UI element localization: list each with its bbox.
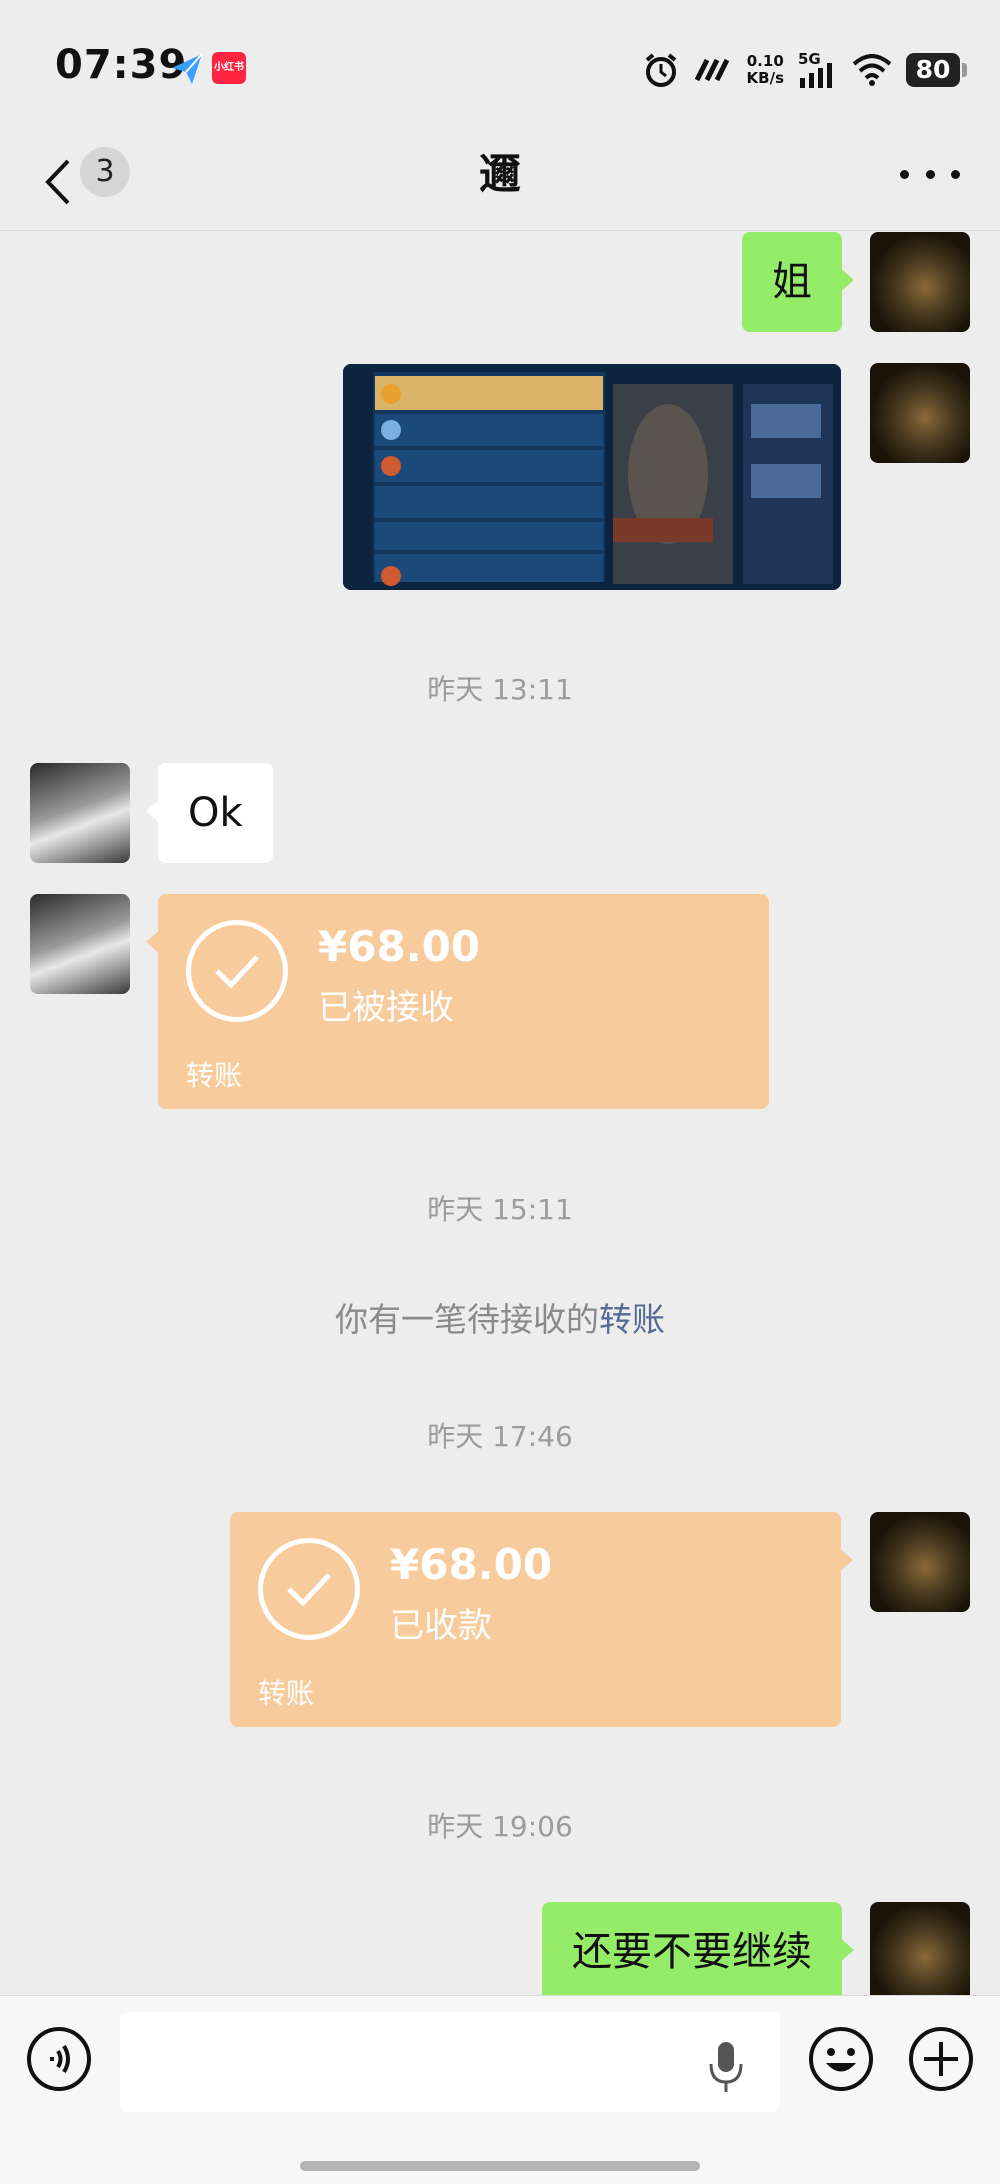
status-time: 07:39 — [55, 42, 188, 88]
system-notice: 你有一笔待接收的转账 — [0, 1293, 1000, 1341]
emoji-icon[interactable] — [808, 2026, 874, 2092]
timestamp: 昨天 13:11 — [427, 673, 573, 706]
network-type: 5G — [798, 50, 821, 68]
paper-plane-icon — [172, 53, 203, 84]
wifi-icon — [852, 54, 892, 86]
chat-title: 邇 — [478, 150, 521, 199]
transfer-amount: ¥68.00 — [390, 1540, 553, 1589]
mic-icon[interactable] — [708, 2040, 744, 2096]
image-message[interactable] — [343, 364, 841, 590]
contact-avatar[interactable] — [30, 763, 130, 863]
home-indicator[interactable] — [300, 2161, 700, 2171]
check-circle-icon — [186, 920, 288, 1022]
transfer-card-received[interactable]: ¥68.00 已被接收 转账 — [146, 894, 769, 1109]
net-speed-value: 0.10 — [746, 52, 784, 70]
my-avatar[interactable] — [870, 1512, 970, 1612]
alarm-icon — [645, 53, 676, 87]
signal-icon: 5G — [798, 50, 838, 88]
my-avatar[interactable] — [870, 363, 970, 463]
transfer-label: 转账 — [186, 1059, 243, 1092]
system-notice-text: 你有一笔待接收的 — [335, 1300, 599, 1339]
status-right-group: 0.10 KB/s 5G 80 — [643, 48, 967, 92]
message-input[interactable] — [120, 2012, 780, 2112]
battery-indicator: 80 — [906, 53, 967, 87]
nfc-icon — [694, 58, 729, 82]
input-bar — [0, 1995, 1000, 2184]
transfer-status: 已收款 — [390, 1606, 492, 1646]
transfer-link[interactable]: 转账 — [599, 1300, 665, 1339]
timestamp: 昨天 19:06 — [427, 1810, 573, 1843]
my-avatar[interactable] — [870, 1902, 970, 2002]
game-screenshot-thumbnail — [343, 364, 841, 590]
check-circle-icon — [258, 1538, 360, 1640]
message-bubble-sent[interactable]: 还要不要继续 — [542, 1902, 854, 2002]
timestamp: 昨天 17:46 — [427, 1420, 573, 1453]
net-speed-unit: KB/s — [746, 69, 784, 87]
voice-icon[interactable] — [26, 2026, 92, 2092]
message-bubble-received[interactable]: Ok — [146, 763, 273, 863]
transfer-label: 转账 — [258, 1677, 315, 1710]
transfer-amount: ¥68.00 — [318, 922, 481, 971]
plus-icon[interactable] — [908, 2026, 974, 2092]
transfer-card-sent[interactable]: ¥68.00 已收款 转账 — [230, 1512, 853, 1727]
my-avatar[interactable] — [870, 232, 970, 332]
more-options-icon[interactable] — [900, 167, 960, 181]
transfer-status: 已被接收 — [318, 988, 454, 1028]
chat-header: 3 邇 — [0, 135, 1000, 231]
timestamp: 昨天 15:11 — [427, 1193, 573, 1226]
net-speed: 0.10 KB/s — [747, 53, 784, 87]
message-bubble-sent[interactable]: 姐 — [742, 232, 854, 332]
contact-avatar[interactable] — [30, 894, 130, 994]
status-bar: 07:39 小红书 0.10 KB/s 5G 80 — [0, 0, 1000, 135]
xiaohongshu-icon: 小红书 — [212, 52, 246, 84]
